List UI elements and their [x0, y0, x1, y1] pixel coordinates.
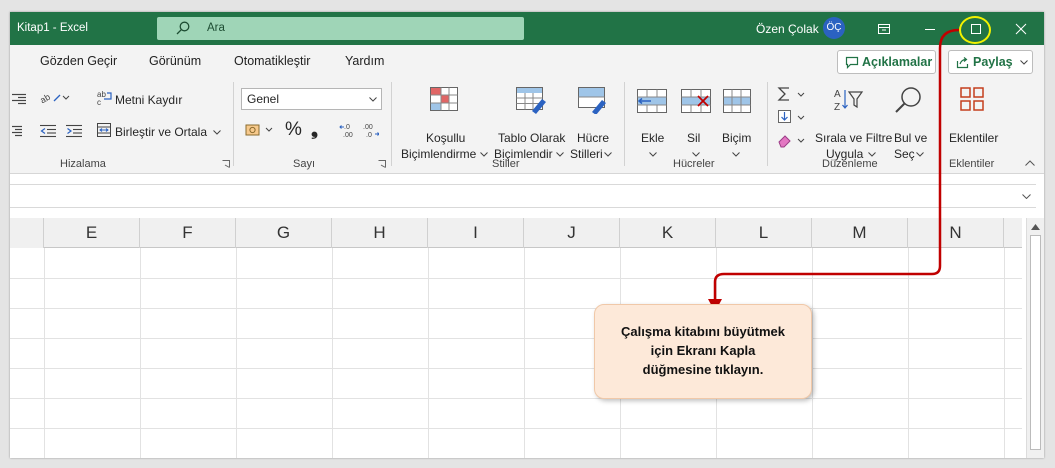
merge-center-icon — [97, 123, 111, 137]
svg-text:.0: .0 — [366, 132, 372, 139]
percent-style-button[interactable]: % — [285, 119, 302, 141]
increase-decimal-icon[interactable]: .0.00 — [339, 121, 357, 139]
chevron-down-icon[interactable] — [649, 152, 657, 157]
callout-line-2: için Ekranı Kapla — [650, 343, 756, 358]
svg-text:.00: .00 — [363, 124, 373, 131]
column-header-g[interactable]: G — [236, 218, 332, 248]
search-box[interactable]: Ara — [157, 17, 524, 40]
column-header-e[interactable]: E — [44, 218, 140, 248]
chevron-down-icon — [369, 97, 377, 102]
callout-line-3: düğmesine tıklayın. — [642, 362, 764, 377]
conditional-formatting-label-1[interactable]: Koşullu — [426, 131, 465, 145]
chevron-down-icon[interactable] — [604, 152, 612, 157]
chevron-down-icon[interactable] — [1022, 194, 1031, 199]
group-label-number: Sayı — [293, 158, 316, 170]
chevron-down-icon[interactable] — [556, 152, 564, 157]
group-label-alignment: Hizalama — [60, 158, 106, 170]
insert-cells-icon — [637, 89, 667, 113]
column-header-i[interactable]: I — [428, 218, 524, 248]
group-label-styles: Stiller — [492, 158, 520, 170]
tab-view[interactable]: Görünüm — [149, 54, 201, 68]
column-header-j[interactable]: J — [524, 218, 620, 248]
number-format-value: Genel — [247, 92, 280, 106]
format-as-table-icon — [516, 87, 546, 114]
instruction-callout: Çalışma kitabını büyütmek için Ekranı Ka… — [594, 304, 812, 399]
cell-styles-label-2[interactable]: Stilleri — [570, 147, 603, 161]
chevron-down-icon — [1020, 60, 1028, 65]
tab-automate[interactable]: Otomatikleştir — [234, 54, 310, 68]
delete-label[interactable]: Sil — [687, 131, 700, 145]
wrap-text-icon: abc — [97, 90, 112, 107]
svg-text:.00: .00 — [343, 132, 353, 139]
close-button[interactable] — [1008, 16, 1034, 42]
svg-text:.0: .0 — [344, 124, 350, 131]
vertical-scrollbar[interactable] — [1026, 218, 1044, 458]
tab-review[interactable]: Gözden Geçir — [40, 54, 117, 68]
search-icon — [176, 21, 190, 35]
decrease-decimal-icon[interactable]: .00.0 — [361, 121, 379, 139]
orientation-icon[interactable]: ab — [40, 90, 70, 106]
close-icon — [1015, 23, 1027, 35]
pointer-arrow — [708, 28, 960, 312]
chevron-down-icon[interactable] — [692, 152, 700, 157]
collapse-ribbon-icon[interactable] — [1025, 160, 1035, 166]
column-header-f[interactable]: F — [140, 218, 236, 248]
wrap-text-label[interactable]: Metni Kaydır — [115, 93, 182, 107]
comma-style-button[interactable]: ❟ — [311, 119, 318, 140]
merge-center-label[interactable]: Birleştir ve Ortala — [115, 125, 207, 139]
svg-text:c: c — [97, 98, 101, 107]
column-header-h[interactable]: H — [332, 218, 428, 248]
conditional-formatting-label-2[interactable]: Biçimlendirme — [401, 147, 476, 161]
callout-line-1: Çalışma kitabını büyütmek — [621, 324, 785, 339]
svg-text:ab: ab — [40, 92, 52, 106]
align-right-icon[interactable] — [12, 92, 26, 106]
excel-window: Kitap1 - Excel Ara Özen Çolak ÖÇ Gözden … — [10, 12, 1044, 458]
dialog-launcher-icon[interactable] — [222, 160, 230, 168]
cell-styles-label-1[interactable]: Hücre — [577, 131, 609, 145]
increase-indent-icon[interactable] — [66, 124, 82, 138]
number-format-select[interactable]: Genel — [241, 88, 382, 110]
align-lines-icon[interactable] — [12, 124, 22, 138]
search-placeholder: Ara — [207, 22, 225, 34]
decrease-indent-icon[interactable] — [40, 124, 56, 138]
scroll-up-icon[interactable] — [1031, 224, 1040, 230]
window-title: Kitap1 - Excel — [17, 22, 88, 34]
chevron-down-icon[interactable] — [480, 152, 488, 157]
currency-format-icon[interactable] — [245, 122, 275, 138]
chevron-down-icon[interactable] — [213, 130, 221, 135]
dialog-launcher-icon[interactable] — [378, 160, 386, 168]
insert-label[interactable]: Ekle — [641, 131, 664, 145]
conditional-formatting-icon — [430, 87, 458, 111]
format-as-table-label-1[interactable]: Tablo Olarak — [498, 131, 565, 145]
tab-help[interactable]: Yardım — [345, 54, 384, 68]
scroll-thumb[interactable] — [1030, 235, 1041, 450]
cell-styles-icon — [578, 87, 606, 114]
